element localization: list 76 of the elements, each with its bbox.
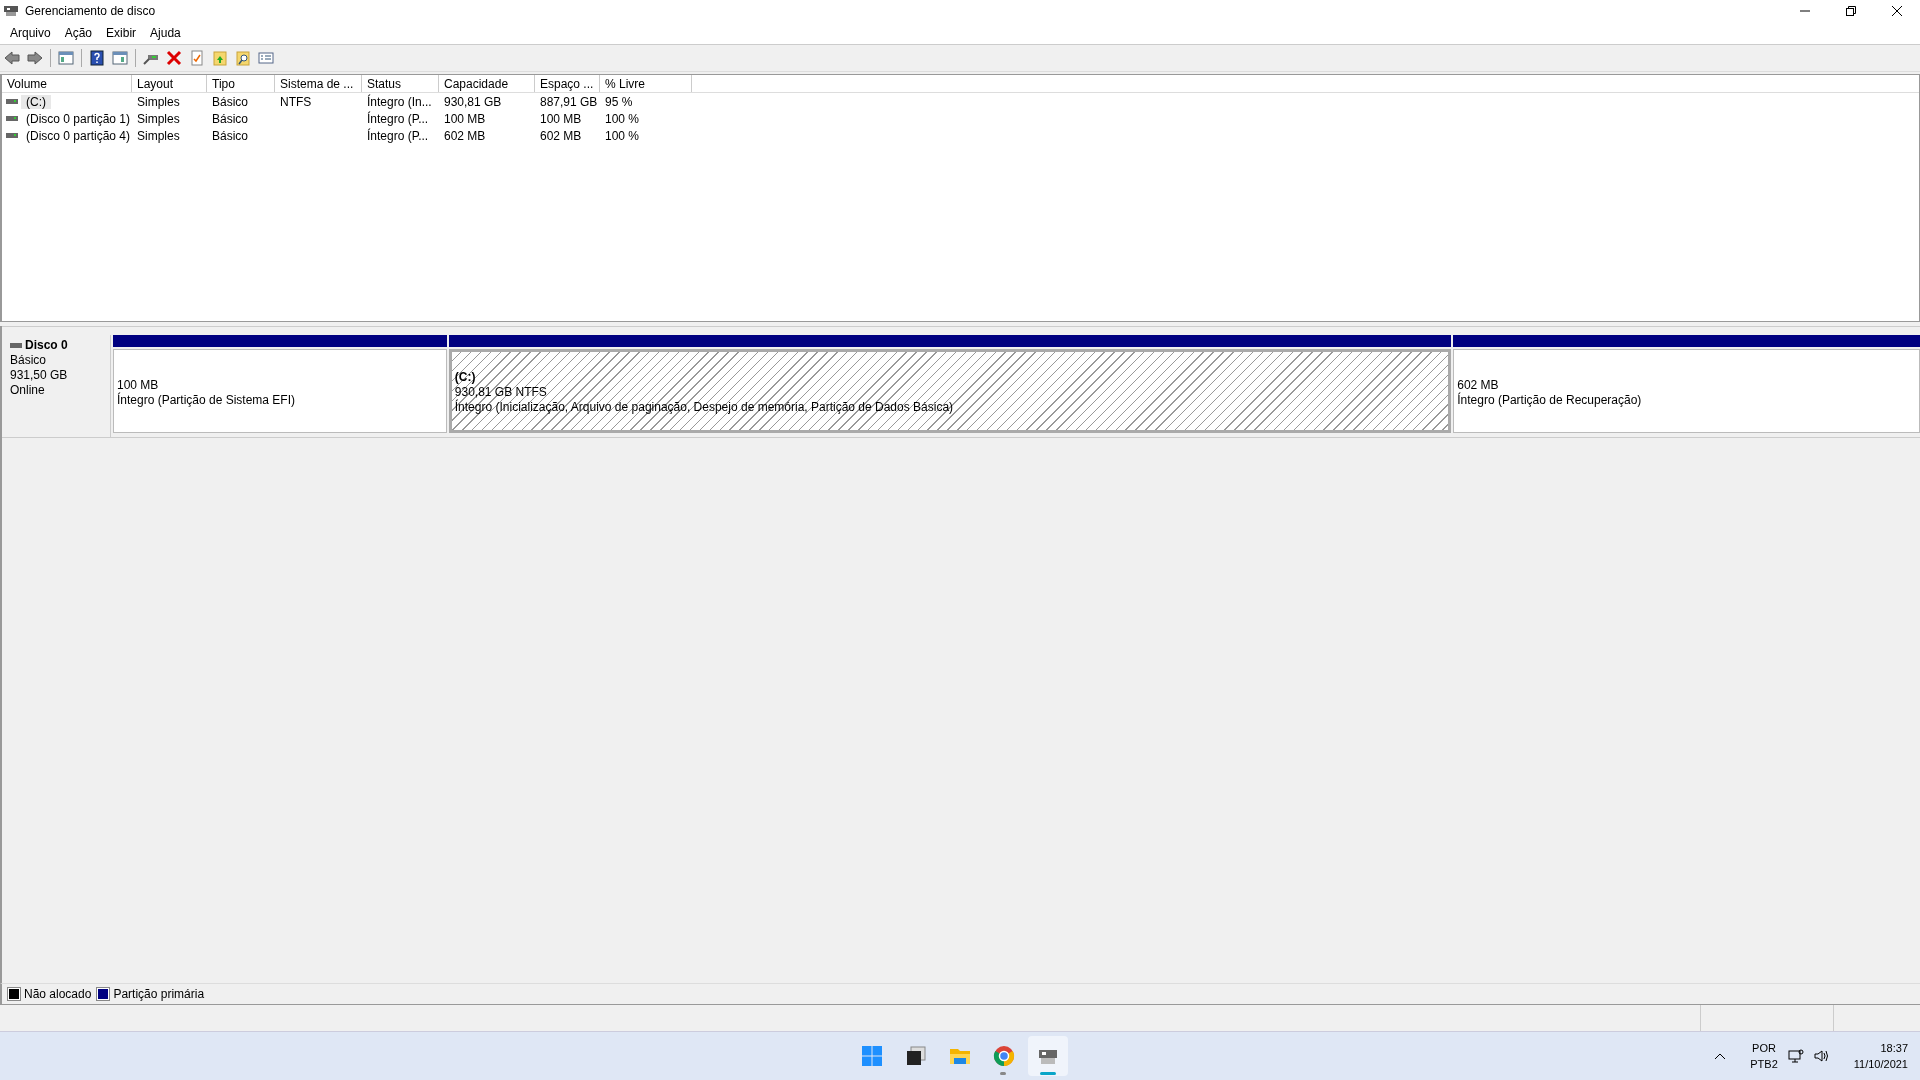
menu-item[interactable]: Ajuda (143, 26, 188, 40)
table-cell: Básico (212, 128, 249, 143)
column-header[interactable]: Tipo (207, 75, 275, 92)
column-header[interactable]: Volume (2, 75, 132, 92)
table-cell: 95 % (605, 94, 633, 109)
drive-icon (6, 133, 18, 138)
disk-status: Online (10, 383, 46, 398)
partition-status: Íntegro (Partição de Recuperação) (1457, 392, 1643, 408)
speaker-icon[interactable] (1813, 1049, 1830, 1063)
menu-item[interactable]: Exibir (99, 26, 144, 40)
close-icon[interactable] (1892, 6, 1902, 16)
table-cell[interactable]: (Disco 0 partição 1) (21, 111, 136, 126)
table-cell: Simples (137, 94, 180, 109)
delete-icon[interactable] (166, 50, 182, 66)
help-icon[interactable] (89, 50, 105, 66)
folder-search-icon[interactable] (235, 50, 251, 66)
window-title: Gerenciamento de disco (25, 4, 156, 18)
disk-name: Disco 0 (25, 338, 68, 353)
partition-block[interactable]: 602 MB Íntegro (Partição de Recuperação) (1453, 349, 1920, 433)
table-cell: Íntegro (P... (367, 128, 429, 143)
partition-size: 602 MB (1457, 377, 1500, 392)
table-cell: 602 MB (444, 128, 486, 143)
menu-item[interactable]: Ação (57, 26, 100, 40)
disk-info-panel[interactable]: Disco 0 Básico 931,50 GB Online (2, 335, 111, 437)
drive-icon (10, 343, 22, 348)
table-cell: 100 % (605, 128, 640, 143)
drive-icon (6, 116, 18, 121)
forward-arrow-icon[interactable] (27, 50, 43, 66)
disk-type: Básico (10, 353, 48, 368)
checklist-icon[interactable] (189, 50, 205, 66)
table-cell: 887,91 GB (540, 94, 598, 109)
table-cell: Simples (137, 128, 180, 143)
legend-label: Não alocado (24, 987, 92, 1001)
table-cell[interactable]: (Disco 0 partição 4) (21, 128, 136, 143)
table-cell: 602 MB (540, 128, 582, 143)
column-header[interactable]: Sistema de ... (275, 75, 362, 92)
table-cell[interactable]: (C:) (21, 94, 51, 109)
table-cell: NTFS (280, 94, 312, 109)
table-cell: Simples (137, 111, 180, 126)
network-icon[interactable] (1787, 1049, 1804, 1063)
column-header[interactable]: Layout (132, 75, 207, 92)
chevron-up-icon[interactable] (1714, 1052, 1727, 1060)
partition-status: Íntegro (Partição de Sistema EFI) (116, 392, 297, 408)
panel-icon[interactable] (112, 50, 128, 66)
legend-label: Partição primária (113, 987, 205, 1001)
panel-icon[interactable] (58, 50, 74, 66)
start-icon (860, 1044, 884, 1068)
partition-block[interactable]: 100 MB Íntegro (Partição de Sistema EFI) (112, 349, 447, 433)
drive-icon (6, 99, 18, 104)
table-cell: 100 % (605, 111, 640, 126)
column-header[interactable]: Espaço ... (535, 75, 600, 92)
table-cell: Básico (212, 111, 249, 126)
partition-size: 930,81 GB NTFS (454, 385, 548, 399)
disk-size: 931,50 GB (10, 368, 69, 383)
language-indicator[interactable]: POR PTB2 (1750, 1040, 1778, 1072)
back-arrow-icon[interactable] (4, 50, 20, 66)
table-cell: 100 MB (444, 111, 486, 126)
column-header[interactable]: Status (362, 75, 439, 92)
browser-icon (992, 1044, 1016, 1068)
task-view-icon (904, 1044, 928, 1068)
column-header[interactable]: % Livre (600, 75, 692, 92)
menu-item[interactable]: Arquivo (3, 26, 58, 40)
table-cell: 100 MB (540, 111, 582, 126)
table-cell: 930,81 GB (444, 94, 502, 109)
folder-up-icon[interactable] (212, 50, 228, 66)
table-cell: Íntegro (In... (367, 94, 432, 109)
partition-size: 100 MB (116, 377, 160, 392)
clock[interactable]: 18:37 11/10/2021 (1853, 1040, 1908, 1072)
restore-icon[interactable] (1846, 6, 1856, 16)
app-icon (4, 5, 18, 17)
partition-block[interactable]: (C:) 930,81 GB NTFS Íntegro (Inicialização, Arquivo de paginação, Despejo de memória, Partição de Dados Básica) (448, 349, 1452, 433)
table-cell: Básico (212, 94, 249, 109)
partition-status: Íntegro (Inicialização, Arquivo de paginação, Despejo de memória, Partição de Dados Básica) (454, 400, 955, 415)
partition-label: (C:) (454, 370, 477, 385)
column-header[interactable]: Capacidade (439, 75, 535, 92)
table-cell: Íntegro (P... (367, 111, 429, 126)
